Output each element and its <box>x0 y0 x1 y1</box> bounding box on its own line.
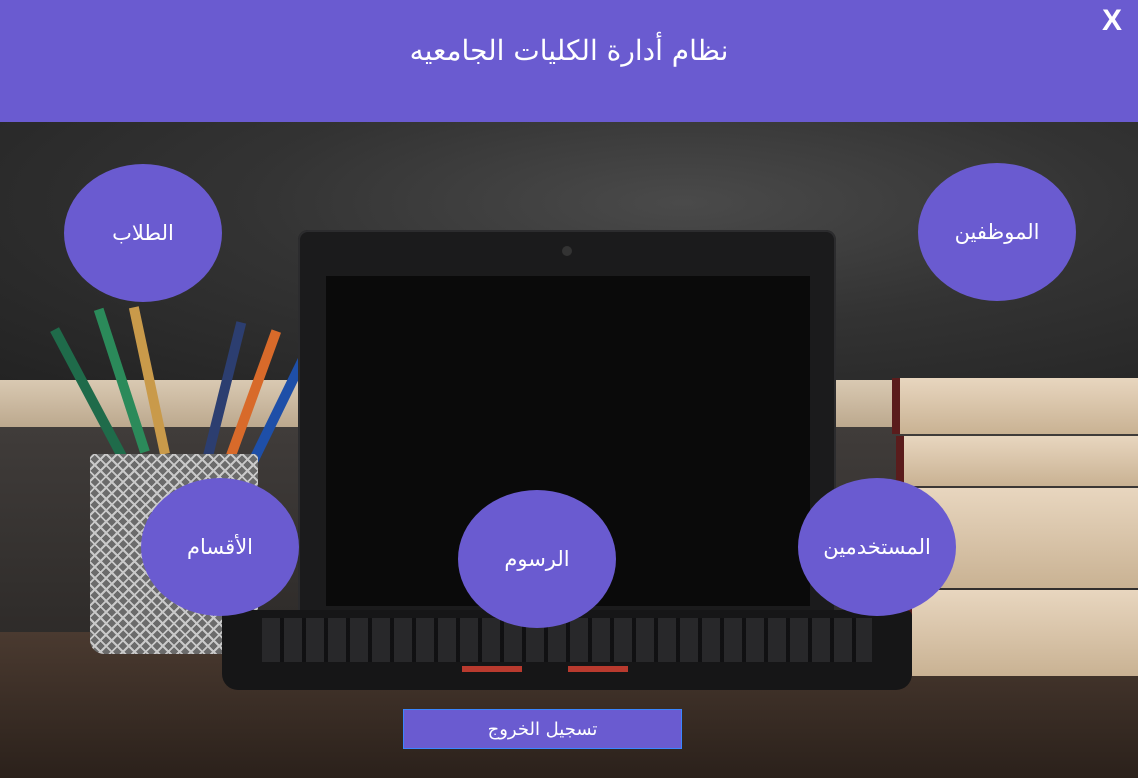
users-button[interactable]: المستخدمين <box>798 478 956 616</box>
students-button[interactable]: الطلاب <box>64 164 222 302</box>
fees-button[interactable]: الرسوم <box>458 490 616 628</box>
webcam <box>562 246 572 256</box>
close-button[interactable]: X <box>1102 4 1122 38</box>
departments-button[interactable]: الأقسام <box>141 478 299 616</box>
book <box>896 436 1138 486</box>
employees-button[interactable]: الموظفين <box>918 163 1076 301</box>
book <box>904 590 1138 676</box>
trackpoint-right <box>568 666 628 672</box>
book <box>892 378 1138 434</box>
trackpoint-left <box>462 666 522 672</box>
page-title: نظام أدارة الكليات الجامعيه <box>409 34 729 67</box>
keys <box>262 618 872 662</box>
logout-button[interactable]: تسجيل الخروج <box>403 709 682 749</box>
title-bar: نظام أدارة الكليات الجامعيه X <box>0 0 1138 122</box>
